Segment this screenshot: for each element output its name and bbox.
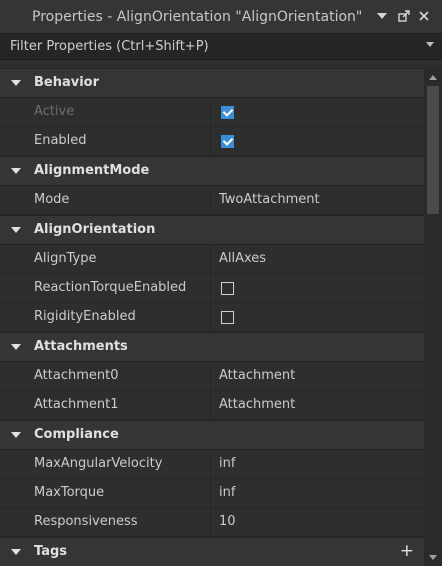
- property-row-responsiveness[interactable]: Responsiveness 10: [0, 508, 424, 537]
- close-icon[interactable]: [416, 8, 432, 24]
- property-name: ReactionTorqueEnabled: [0, 274, 211, 302]
- property-row-aligntype[interactable]: AlignType AllAxes: [0, 245, 424, 274]
- property-value: [211, 127, 424, 155]
- checked-checkbox[interactable]: [221, 135, 234, 148]
- property-name: Attachment0: [0, 362, 211, 390]
- property-row-maxtorque[interactable]: MaxTorque inf: [0, 479, 424, 508]
- category-label: AlignOrientation: [34, 222, 156, 237]
- property-row-reactiontorqueenabled[interactable]: ReactionTorqueEnabled: [0, 274, 424, 303]
- category-label: Behavior: [34, 75, 100, 90]
- unchecked-checkbox[interactable]: [221, 282, 234, 295]
- property-name: Active: [0, 98, 211, 126]
- property-name: Mode: [0, 186, 211, 214]
- checked-checkbox[interactable]: [221, 106, 234, 119]
- scrollbar-thumb[interactable]: [427, 86, 439, 214]
- collapse-triangle-icon[interactable]: [11, 227, 21, 233]
- chevron-down-icon[interactable]: [374, 8, 390, 24]
- category-compliance[interactable]: Compliance: [0, 420, 424, 450]
- filter-bar: [0, 34, 442, 60]
- category-label: Tags: [34, 544, 68, 559]
- property-name: RigidityEnabled: [0, 303, 211, 331]
- category-behavior[interactable]: Behavior: [0, 68, 424, 98]
- collapse-triangle-icon[interactable]: [11, 549, 21, 555]
- collapse-triangle-icon[interactable]: [11, 168, 21, 174]
- property-row-maxangularvelocity[interactable]: MaxAngularVelocity inf: [0, 450, 424, 479]
- scroll-down-icon[interactable]: [429, 555, 437, 560]
- property-name: AlignType: [0, 245, 211, 273]
- category-alignorientation[interactable]: AlignOrientation: [0, 215, 424, 245]
- filter-properties-input[interactable]: [0, 34, 410, 59]
- property-value: [211, 274, 424, 302]
- category-tags[interactable]: Tags +: [0, 537, 424, 566]
- title-bar: Properties - AlignOrientation "AlignOrie…: [0, 0, 442, 34]
- undock-icon[interactable]: [396, 8, 412, 24]
- unchecked-checkbox[interactable]: [221, 311, 234, 324]
- property-value: [211, 303, 424, 331]
- properties-grid: Behavior Active Enabled AlignmentMode Mode Tw…: [0, 68, 424, 566]
- category-alignmentmode[interactable]: AlignmentMode: [0, 156, 424, 186]
- property-value[interactable]: 10: [211, 508, 424, 536]
- collapse-triangle-icon[interactable]: [11, 432, 21, 438]
- grid-top-gap: [0, 60, 424, 68]
- filter-dropdown-icon[interactable]: [426, 42, 434, 47]
- property-name: MaxTorque: [0, 479, 211, 507]
- category-label: Compliance: [34, 427, 119, 442]
- property-row-rigidityenabled[interactable]: RigidityEnabled: [0, 303, 424, 332]
- property-value[interactable]: inf: [211, 479, 424, 507]
- scroll-up-icon[interactable]: [429, 75, 437, 80]
- property-value[interactable]: inf: [211, 450, 424, 478]
- window-title: Properties - AlignOrientation "AlignOrie…: [32, 9, 363, 25]
- property-name: Responsiveness: [0, 508, 211, 536]
- property-row-enabled[interactable]: Enabled: [0, 127, 424, 156]
- property-name: Attachment1: [0, 391, 211, 419]
- category-attachments[interactable]: Attachments: [0, 332, 424, 362]
- scrollbar[interactable]: [424, 68, 442, 566]
- property-row-mode[interactable]: Mode TwoAttachment: [0, 186, 424, 215]
- property-value[interactable]: TwoAttachment: [211, 186, 424, 214]
- add-tag-icon[interactable]: +: [400, 541, 414, 561]
- collapse-triangle-icon[interactable]: [11, 344, 21, 350]
- property-name: Enabled: [0, 127, 211, 155]
- property-value[interactable]: Attachment: [211, 362, 424, 390]
- category-label: Attachments: [34, 339, 128, 354]
- collapse-triangle-icon[interactable]: [11, 80, 21, 86]
- property-value: [211, 98, 424, 126]
- property-name: MaxAngularVelocity: [0, 450, 211, 478]
- property-value[interactable]: Attachment: [211, 391, 424, 419]
- property-value[interactable]: AllAxes: [211, 245, 424, 273]
- property-row-attachment0[interactable]: Attachment0 Attachment: [0, 362, 424, 391]
- category-label: AlignmentMode: [34, 163, 150, 178]
- property-row-active[interactable]: Active: [0, 98, 424, 127]
- property-row-attachment1[interactable]: Attachment1 Attachment: [0, 391, 424, 420]
